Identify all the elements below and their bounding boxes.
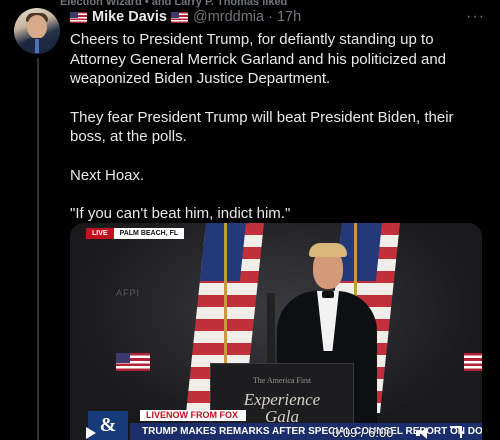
- tweet-paragraph: Cheers to President Trump, for defiantly…: [70, 31, 447, 87]
- video-controls: 0:09 / 6:00: [70, 424, 482, 440]
- tweet-paragraph: Next Hoax.: [70, 166, 145, 184]
- live-badge: LIVE PALM BEACH, FL: [86, 228, 185, 239]
- timestamp[interactable]: 17h: [277, 9, 301, 25]
- author-handle[interactable]: @mrddmia: [193, 9, 264, 25]
- more-options-icon[interactable]: ···: [466, 8, 485, 26]
- tweet-paragraph: "If you can't beat him, indict him.": [70, 205, 291, 222]
- author-name[interactable]: Mike Davis: [92, 9, 167, 25]
- afpi-logo: AFPI: [116, 288, 141, 298]
- podium-small-text: The America First: [252, 376, 312, 385]
- fullscreen-icon[interactable]: [450, 426, 462, 438]
- social-context[interactable]: Election Wizard • and Larry P. Thomas li…: [60, 0, 287, 8]
- microphone: [267, 293, 275, 368]
- location-label: PALM BEACH, FL: [113, 228, 185, 239]
- dot-separator: ·: [268, 9, 273, 25]
- tweet-paragraph: They fear President Trump will beat Pres…: [70, 108, 454, 146]
- flag-small: [464, 353, 482, 371]
- network-tag: LIVENOW FROM FOX: [140, 410, 246, 421]
- tweet-text: Cheers to President Trump, for defiantly…: [70, 30, 490, 243]
- volume-icon[interactable]: [416, 427, 432, 439]
- video-time: 0:09 / 6:00: [332, 425, 394, 440]
- us-flag-icon: [70, 11, 87, 23]
- tweet-frame: Election Wizard • and Larry P. Thomas li…: [0, 0, 500, 440]
- avatar[interactable]: [14, 8, 60, 54]
- us-flag-icon: [170, 11, 188, 23]
- thread-line: [37, 58, 39, 440]
- play-icon[interactable]: [86, 427, 96, 439]
- video-player[interactable]: AFPI The America First Experience Gala L…: [70, 223, 482, 440]
- live-label: LIVE: [86, 228, 114, 239]
- tweet-header: Mike Davis @mrddmia · 17h: [70, 9, 301, 25]
- flag-small: [116, 353, 150, 371]
